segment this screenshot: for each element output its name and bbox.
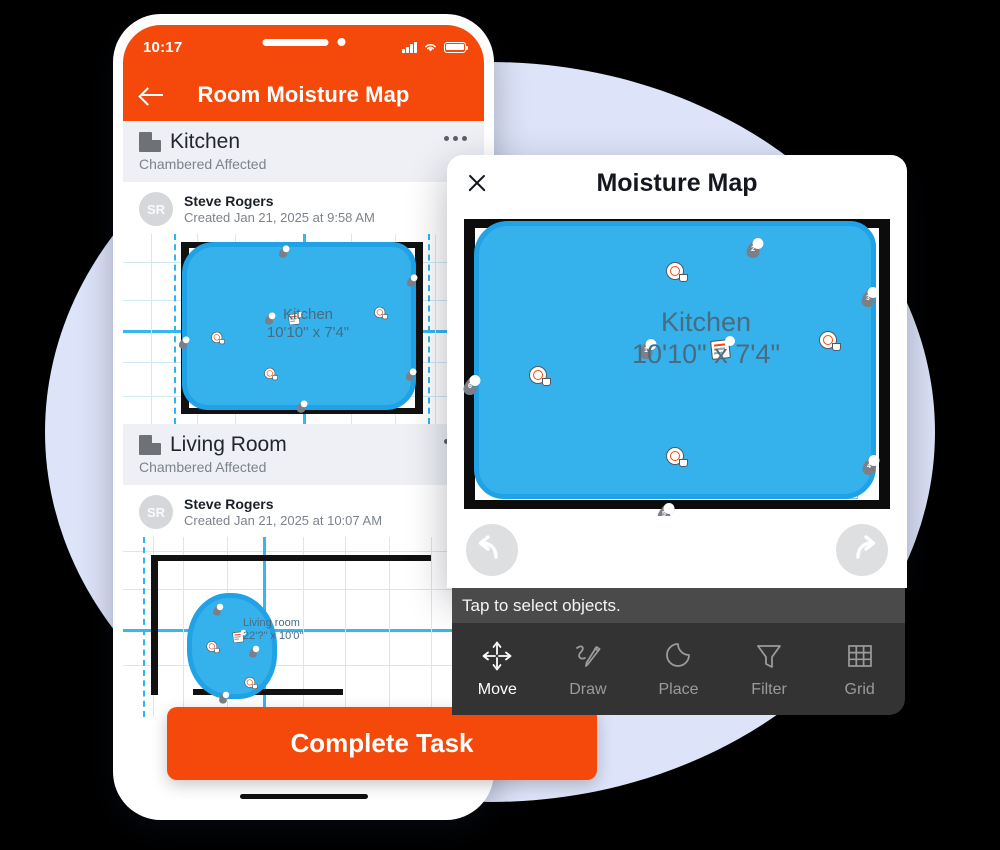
room-shape-icon	[139, 132, 161, 152]
tool-grid[interactable]: Grid	[814, 639, 905, 699]
battery-icon	[444, 41, 469, 53]
wifi-icon	[425, 44, 436, 52]
author-row-kitchen: SR Steve Rogers Created Jan 21, 2025 at …	[123, 182, 484, 234]
dynamic-island	[262, 38, 345, 46]
room-header-kitchen[interactable]: Kitchen Chambered Affected	[123, 121, 484, 182]
moisture-marker[interactable]: 2	[746, 238, 764, 258]
moisture-marker[interactable]	[405, 368, 417, 381]
dehumidifier-icon[interactable]	[710, 336, 735, 360]
moisture-map-canvas[interactable]: 1 2 3 4 5 6 Kitchen 10'10" x 7'4"	[456, 211, 898, 516]
author-name: Steve Rogers	[184, 193, 274, 209]
modal-title: Moisture Map	[596, 168, 758, 197]
author-info: Steve Rogers Created Jan 21, 2025 at 10:…	[184, 496, 382, 528]
room-subtitle: Chambered Affected	[139, 459, 267, 475]
air-mover-icon[interactable]	[211, 331, 225, 345]
moisture-map-modal: Moisture Map 1 2 3 4 5 6 Kitchen 10'10" …	[447, 155, 907, 588]
moisture-marker[interactable]	[219, 691, 230, 704]
tool-label: Place	[658, 681, 699, 698]
room-shape-icon	[139, 435, 161, 455]
filter-icon	[757, 645, 781, 668]
air-mover-icon[interactable]	[261, 266, 275, 278]
tool-move[interactable]: Move	[452, 639, 543, 699]
moisture-marker[interactable]	[249, 645, 260, 658]
moisture-marker[interactable]: 4	[862, 455, 880, 475]
air-mover-icon[interactable]	[244, 677, 258, 689]
floorplan-thumbnail-living-room[interactable]: Living room 22'?" x 10'0"	[123, 537, 484, 717]
tool-filter[interactable]: Filter	[724, 639, 815, 699]
wall-right	[879, 219, 890, 509]
moisture-marker[interactable]	[213, 603, 224, 616]
status-bar-icons	[402, 25, 469, 69]
tool-label: Grid	[844, 681, 875, 698]
tool-draw[interactable]: Draw	[543, 639, 634, 699]
move-icon	[482, 641, 512, 671]
modal-action-row	[447, 516, 907, 588]
moisture-marker[interactable]	[264, 312, 276, 325]
tool-label: Draw	[569, 681, 607, 698]
island-speaker	[262, 38, 328, 46]
moisture-area	[187, 593, 277, 699]
phone-device-frame: 10:17 Room Moisture Map Kitchen Chambere…	[113, 14, 494, 820]
status-bar: 10:17	[123, 25, 484, 69]
tool-label: Move	[477, 681, 517, 698]
island-camera	[337, 38, 345, 46]
dehumidifier-icon[interactable]	[232, 629, 247, 644]
tool-place[interactable]: Place	[633, 639, 724, 699]
moisture-area	[182, 242, 416, 410]
redo-icon[interactable]	[836, 524, 888, 576]
wall-bottom	[464, 500, 890, 509]
room-subtitle: Chambered Affected	[139, 156, 267, 172]
navigation-bar: Room Moisture Map	[123, 69, 484, 121]
room-title-row: Living Room	[139, 433, 468, 457]
floorplan-thumbnail-kitchen[interactable]: Kitchen 10'10" x 7'4"	[123, 234, 484, 424]
author-created-date: Created Jan 21, 2025 at 9:58 AM	[184, 210, 375, 225]
page-title: Room Moisture Map	[197, 82, 410, 107]
moisture-marker[interactable]	[278, 245, 290, 258]
air-mover-icon[interactable]	[529, 366, 551, 386]
hint-bar: Tap to select objects.	[452, 588, 905, 623]
phone-screen: 10:17 Room Moisture Map Kitchen Chambere…	[123, 25, 484, 810]
modal-header: Moisture Map	[447, 155, 907, 211]
moisture-marker[interactable]	[296, 400, 308, 413]
draw-icon	[575, 645, 601, 667]
grid-icon	[847, 645, 872, 667]
author-row-living-room: SR Steve Rogers Created Jan 21, 2025 at …	[123, 485, 484, 537]
avatar: SR	[139, 495, 173, 529]
moisture-marker[interactable]	[406, 274, 418, 287]
complete-task-button[interactable]: Complete Task	[167, 707, 597, 780]
avatar: SR	[139, 192, 173, 226]
back-arrow-icon[interactable]	[137, 80, 167, 110]
room-name: Living Room	[170, 433, 287, 456]
moisture-marker[interactable]	[178, 336, 190, 349]
home-indicator	[239, 794, 368, 799]
tool-bar[interactable]: Move Draw Place Filter Grid	[452, 623, 905, 715]
author-created-date: Created Jan 21, 2025 at 10:07 AM	[184, 513, 383, 528]
more-options-icon[interactable]	[444, 136, 467, 141]
moisture-marker[interactable]: 6	[463, 375, 481, 395]
status-bar-time: 10:17	[143, 38, 183, 56]
author-name: Steve Rogers	[184, 496, 274, 512]
moisture-marker[interactable]: 3	[861, 287, 879, 307]
undo-icon[interactable]	[466, 524, 518, 576]
room-header-living-room[interactable]: Living Room Chambered Affected	[123, 424, 484, 485]
air-mover-icon[interactable]	[819, 331, 841, 351]
dehumidifier-icon[interactable]	[288, 311, 303, 326]
air-mover-icon[interactable]	[666, 262, 688, 282]
moisture-marker[interactable]: 1	[639, 339, 657, 359]
cellular-bars-icon	[402, 41, 417, 53]
air-mover-icon[interactable]	[666, 447, 688, 467]
room-title-row: Kitchen	[139, 130, 468, 154]
air-mover-icon[interactable]	[206, 641, 220, 653]
room-name: Kitchen	[170, 130, 241, 153]
air-mover-icon[interactable]	[374, 306, 388, 320]
place-icon	[666, 643, 691, 667]
tool-label: Filter	[751, 681, 787, 698]
author-info: Steve Rogers Created Jan 21, 2025 at 9:5…	[184, 193, 375, 225]
air-mover-icon[interactable]	[264, 367, 278, 381]
moisture-marker[interactable]: 5	[657, 503, 675, 516]
